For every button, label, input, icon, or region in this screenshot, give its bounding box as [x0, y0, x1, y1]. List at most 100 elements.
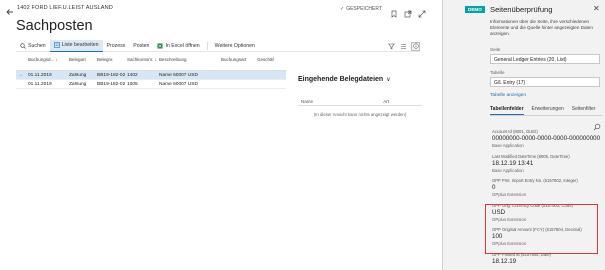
list-view-icon[interactable]: [399, 42, 408, 51]
cell-account[interactable]: 1402: [125, 73, 157, 78]
column-header[interactable]: Sachkontonr. ↓: [125, 57, 157, 70]
table-row[interactable]: 01.11.2019 Zahlung BB19-182-023 1005 Nam…: [16, 80, 286, 89]
entries-menu[interactable]: Posten: [129, 40, 153, 52]
search-icon[interactable]: [593, 118, 601, 131]
main-page: 1402 FORD LIEF.U.LEIST AUSLAND ✓ GESPEICH…: [0, 0, 442, 270]
field-value: USD: [492, 208, 506, 216]
cell-doc-type[interactable]: Zahlung: [67, 82, 95, 87]
info-pane-icon[interactable]: [411, 41, 420, 51]
saved-label: GESPEICHERT: [346, 6, 382, 12]
page-inspection-panel: DEMO Seitenüberprüfung ✕ Informationen ü…: [442, 0, 605, 270]
edit-list-icon: [53, 42, 60, 48]
bookmark-icon[interactable]: [390, 5, 398, 18]
field-source: OPplus Extension: [492, 241, 527, 246]
filter-icon[interactable]: [387, 42, 396, 51]
column-header[interactable]: Buchungsart: [219, 57, 255, 70]
edit-list-button[interactable]: Liste bearbeiten: [49, 39, 103, 52]
more-options-button[interactable]: Weitere Optionen: [211, 40, 259, 52]
close-icon[interactable]: ✕: [593, 4, 600, 13]
field-name: Last Modified DateTime (8005, DateTime): [492, 153, 570, 159]
field-value: 00000000-0000-0000-0000-000000000000: [492, 135, 600, 142]
row-marker-header: [16, 57, 26, 70]
open-new-window-icon[interactable]: [404, 5, 412, 18]
list-item[interactable]: Last Modified DateTime (8005, DateTime) …: [490, 152, 602, 177]
process-menu[interactable]: Prozess: [103, 40, 130, 52]
field-value: 18.12.19 13:41: [492, 159, 534, 167]
back-arrow-icon[interactable]: [5, 4, 15, 15]
process-label: Prozess: [106, 42, 126, 49]
field-value: 100: [492, 233, 503, 240]
inspector-title: Seitenüberprüfung: [490, 5, 553, 14]
column-header[interactable]: Geschäf: [255, 57, 286, 70]
list-item[interactable]: Account Id (8001, GUID) 00000000-0000-00…: [490, 127, 602, 152]
search-button[interactable]: Suchen: [16, 40, 50, 52]
page-title: Sachposten: [16, 18, 93, 34]
saved-status: ✓ GESPEICHERT: [340, 6, 382, 12]
field-source: OPplus Extension: [492, 216, 527, 222]
field-name: OPP Original Amount (FCY) (5157804, Deci…: [492, 227, 582, 232]
field-source: OPplus Extension: [492, 192, 527, 197]
incoming-docs-part: Eingehende Belegdateien ∨ Name Art (In d…: [298, 76, 422, 117]
incoming-docs-title[interactable]: Eingehende Belegdateien ∨: [298, 76, 422, 83]
field-name: OPP Posted at (5157805, Date): [492, 251, 552, 257]
open-excel-button[interactable]: In Excel öffnen: [153, 40, 203, 52]
ledger-entries-table: Buchungsd... ↓ Belegart Belegnr. Sachkon…: [16, 57, 286, 89]
column-header[interactable]: Beschreibung: [157, 57, 219, 70]
more-options-label: Weitere Optionen: [214, 42, 255, 49]
page-label: Seite: [490, 47, 501, 52]
field-value: 0: [492, 184, 496, 191]
table-fields-list: Account Id (8001, GUID) 00000000-0000-00…: [490, 127, 602, 270]
list-item[interactable]: OPP Original Amount (FCY) (5157804, Deci…: [490, 225, 602, 250]
cell-doc-no[interactable]: BB19-182-023: [95, 82, 125, 87]
tab-extensions[interactable]: Erweiterungen: [532, 106, 564, 115]
action-bar-right: [387, 40, 420, 52]
incoming-docs-title-text: Eingehende Belegdateien: [298, 76, 384, 83]
cell-description[interactable]: Name 50007 USD: [157, 82, 219, 87]
inspector-tabs: Tabellenfelder Erweiterungen Seitenfilte…: [490, 106, 602, 116]
cell-doc-type[interactable]: Zahlung: [67, 73, 95, 78]
demo-badge: DEMO: [465, 6, 485, 13]
table-row[interactable]: → 01.11.2019 Zahlung BB19-182-023 1402 N…: [16, 71, 286, 80]
row-marker-icon: →: [18, 72, 23, 78]
column-header-name[interactable]: Name: [301, 99, 313, 105]
field-source: Base Application: [492, 167, 524, 173]
column-header[interactable]: Belegart: [67, 57, 95, 70]
top-icons: [390, 5, 426, 18]
list-item[interactable]: OPP Orig. Currency Code (5157803, Code) …: [490, 201, 602, 226]
inspector-description: Informationen über die Seite, ihre versc…: [490, 19, 593, 37]
cell-account[interactable]: 1005: [125, 82, 157, 87]
breadcrumb: 1402 FORD LIEF.U.LEIST AUSLAND: [17, 5, 113, 11]
field-name: OPP Pmt. Import Entry No. (5157802, Inte…: [492, 178, 578, 183]
edit-list-label: Liste bearbeiten: [61, 42, 99, 48]
expand-icon[interactable]: [418, 5, 426, 18]
list-item[interactable]: OPP Pmt. Import Entry No. (5157802, Inte…: [490, 176, 602, 201]
top-bar: 1402 FORD LIEF.U.LEIST AUSLAND ✓ GESPEICH…: [0, 0, 442, 18]
action-bar: Suchen Liste bearbeiten Prozess Posten I…: [16, 39, 420, 52]
excel-icon: [157, 43, 163, 48]
page-field: General Ledger Entries (20, List): [490, 54, 600, 64]
open-excel-label: In Excel öffnen: [165, 42, 200, 49]
action-divider: [206, 41, 208, 50]
incoming-docs-header: Name Art: [298, 99, 422, 106]
search-label: Suchen: [28, 42, 46, 49]
column-header[interactable]: Belegnr.: [95, 57, 125, 70]
show-table-link[interactable]: Tabelle anzeigen: [490, 93, 526, 98]
chevron-down-icon[interactable]: ∨: [386, 76, 390, 83]
tab-table-fields[interactable]: Tabellenfelder: [490, 106, 524, 115]
table-label: Tabelle: [490, 70, 505, 75]
cell-date[interactable]: 01.11.2019: [26, 73, 67, 78]
column-header-type[interactable]: Art: [383, 99, 389, 105]
field-source: Base Application: [492, 143, 524, 148]
column-header[interactable]: Buchungsd... ↓: [26, 57, 67, 70]
entries-label: Posten: [133, 42, 150, 49]
check-icon: ✓: [340, 6, 345, 12]
list-item[interactable]: OPP Posted at (5157805, Date) 18.12.19: [490, 250, 602, 270]
search-icon: [20, 42, 26, 49]
tab-page-filters[interactable]: Seitenfilter: [572, 106, 596, 115]
cell-doc-no[interactable]: BB19-182-023: [95, 73, 125, 78]
incoming-docs-empty: (In dieser Ansicht kann nichts angezeigt…: [313, 112, 407, 117]
table-field: G/L Entry (17): [490, 77, 600, 87]
cell-date[interactable]: 01.11.2019: [26, 82, 67, 87]
table-header: Buchungsd... ↓ Belegart Belegnr. Sachkon…: [16, 57, 286, 71]
cell-description[interactable]: Name 50007 USD: [157, 73, 219, 78]
